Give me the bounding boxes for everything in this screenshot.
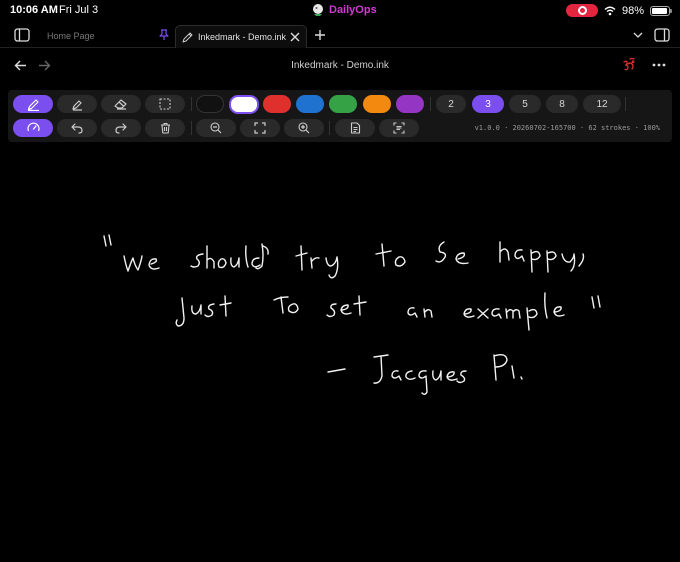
- divider: [625, 97, 626, 111]
- close-icon[interactable]: [290, 32, 300, 42]
- pressure-gauge-icon: [26, 122, 40, 132]
- battery-icon: [650, 5, 672, 16]
- battery-percent: 98%: [621, 4, 644, 17]
- highlighter-icon: [71, 99, 82, 111]
- tab-label: Inkedmark - Demo.ink: [198, 32, 287, 42]
- export-document-button[interactable]: [335, 119, 375, 137]
- width-option-12[interactable]: 12: [583, 95, 621, 113]
- redo-button[interactable]: [101, 119, 141, 137]
- eraser-icon: [114, 99, 127, 110]
- eraser-tool-button[interactable]: [101, 95, 141, 113]
- pin-icon[interactable]: [159, 29, 169, 41]
- date: Fri Jul 3: [59, 4, 99, 16]
- screen-record-icon[interactable]: [565, 4, 598, 17]
- wifi-icon: [604, 6, 616, 15]
- clear-button[interactable]: [145, 119, 185, 137]
- lasso-select-icon: [159, 98, 171, 110]
- color-swatch-red[interactable]: [263, 95, 291, 113]
- pressure-button[interactable]: [13, 119, 53, 137]
- width-option-3[interactable]: 3: [472, 95, 504, 113]
- om-symbol-icon[interactable]: [621, 56, 637, 72]
- tab-bar: Home Page Inkedmark - Demo.ink: [0, 22, 680, 48]
- chevron-down-icon[interactable]: [630, 28, 646, 42]
- divider: [329, 121, 330, 135]
- color-swatch-purple[interactable]: [396, 95, 424, 113]
- panel-toggle-icon[interactable]: [653, 26, 671, 44]
- scan-text-icon: [393, 122, 405, 134]
- app-logo-icon: [313, 4, 323, 16]
- lasso-select-button[interactable]: [145, 95, 185, 113]
- document-icon: [350, 122, 360, 134]
- redo-icon: [115, 122, 127, 134]
- pen-tool-button[interactable]: [13, 95, 53, 113]
- zoom-out-icon: [210, 122, 222, 134]
- undo-button[interactable]: [57, 119, 97, 137]
- zoom-out-button[interactable]: [196, 119, 236, 137]
- page-title: Inkedmark - Demo.ink: [291, 60, 389, 71]
- status-bar: 10:06 AM Fri Jul 3 DailyOps 98%: [0, 0, 680, 22]
- more-options-icon[interactable]: [651, 58, 667, 72]
- document-meta: v1.0.0 · 20260702-165700 · 62 strokes · …: [474, 124, 660, 132]
- color-swatch-black[interactable]: [196, 95, 224, 113]
- width-option-2[interactable]: 2: [436, 95, 466, 113]
- width-option-8[interactable]: 8: [546, 95, 578, 113]
- app-indicator: DailyOps: [311, 3, 377, 17]
- color-swatch-orange[interactable]: [363, 95, 391, 113]
- pen-icon: [27, 98, 39, 111]
- zoom-in-icon: [298, 122, 310, 134]
- tab-label: Home Page: [47, 31, 95, 41]
- ink-canvas[interactable]: [0, 144, 680, 562]
- fit-screen-button[interactable]: [240, 119, 280, 137]
- app-name: DailyOps: [329, 4, 377, 16]
- new-tab-icon[interactable]: [312, 27, 328, 43]
- sidebar-toggle-icon[interactable]: [13, 26, 31, 44]
- scan-text-button[interactable]: [379, 119, 419, 137]
- tab-home-page[interactable]: Home Page: [40, 26, 175, 46]
- zoom-in-button[interactable]: [284, 119, 324, 137]
- undo-icon: [71, 122, 83, 134]
- divider: [191, 121, 192, 135]
- pen-icon: [182, 32, 193, 42]
- tab-demo-ink[interactable]: Inkedmark - Demo.ink: [175, 25, 307, 48]
- clock: 10:06 AM: [10, 4, 58, 16]
- nav-header: Inkedmark - Demo.ink: [0, 50, 680, 80]
- highlighter-tool-button[interactable]: [57, 95, 97, 113]
- color-swatch-green[interactable]: [329, 95, 357, 113]
- width-option-5[interactable]: 5: [509, 95, 541, 113]
- color-swatch-white[interactable]: [229, 95, 259, 114]
- fit-screen-icon: [254, 122, 266, 134]
- trash-icon: [160, 122, 170, 134]
- handwritten-strokes: [103, 234, 601, 395]
- divider: [430, 97, 431, 111]
- drawing-toolbar: 2 3 5 8 12 v1.0.0 · 20260702-165700 · 62…: [8, 90, 672, 142]
- color-swatch-blue[interactable]: [296, 95, 324, 113]
- divider: [191, 97, 192, 111]
